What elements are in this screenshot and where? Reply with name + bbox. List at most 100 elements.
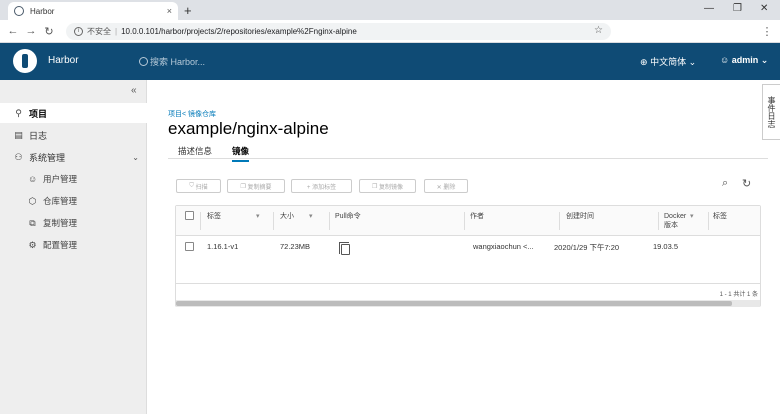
sidebar-item-admin[interactable]: ⚇ 系统管理 ⌄ [0, 147, 147, 167]
browser-tab-title: Harbor [30, 6, 55, 16]
page-title: example/nginx-alpine [168, 119, 329, 138]
scan-button[interactable]: ⛉ 扫描 [176, 179, 221, 193]
datagrid-header: 标签 ▾ 大小 ▾ Pull命令 作者 创建时间 Docker 版本 ▾ 标签 [176, 206, 760, 236]
column-header-tag[interactable]: 标签 [207, 212, 221, 221]
back-icon[interactable]: ← [4, 25, 22, 37]
config-icon: ⚙ [28, 239, 37, 250]
cell-created: 2020/1/29 下午7:20 [554, 243, 620, 252]
horizontal-scrollbar[interactable] [176, 300, 760, 307]
new-tab-button[interactable]: + [184, 3, 192, 18]
sidebar-item-label: 仓库管理 [43, 196, 78, 206]
copy-icon: ❐ [240, 183, 248, 190]
info-icon[interactable]: i [74, 27, 83, 36]
tabs-divider [168, 158, 768, 159]
retag-label: 复制镜像 [379, 184, 404, 191]
brand-name[interactable]: Harbor [48, 55, 79, 66]
forward-icon[interactable]: → [22, 25, 40, 37]
row-checkbox[interactable] [185, 242, 194, 251]
column-separator [329, 212, 330, 230]
cell-size: 72.23MB [280, 242, 311, 251]
copy-digest-label: 复制摘要 [247, 184, 272, 191]
column-separator [464, 212, 465, 230]
cell-docker-version: 19.03.5 [653, 242, 679, 251]
language-selector[interactable]: ⊕ 中文简体 ⌄ [640, 55, 696, 68]
insecure-label: 不安全 [87, 27, 111, 36]
refresh-icon[interactable]: ↻ [742, 177, 751, 190]
tab-info[interactable]: 描述信息 [178, 145, 212, 157]
sidebar: « ⚲ 项目 ▤ 日志 ⚇ 系统管理 ⌄ ☺ 用户管理 ⬡ 仓库管理 ⧉ 复制管… [0, 80, 147, 414]
sidebar-item-users[interactable]: ☺ 用户管理 [0, 169, 147, 189]
column-header-pull-command[interactable]: Pull命令 [335, 212, 361, 221]
filter-icon[interactable]: ▾ [256, 212, 260, 220]
sidebar-item-label: 日志 [29, 130, 48, 141]
select-all-checkbox[interactable] [185, 211, 194, 220]
sidebar-item-label: 用户管理 [43, 174, 78, 184]
column-separator [200, 212, 201, 230]
registry-icon: ⬡ [28, 195, 37, 206]
add-label-label: + 添加标签 [306, 184, 337, 191]
language-label: 中文简体 [650, 57, 687, 67]
close-tab-icon[interactable]: × [167, 6, 172, 16]
maximize-icon[interactable]: ❐ [733, 3, 742, 14]
images-datagrid: 标签 ▾ 大小 ▾ Pull命令 作者 创建时间 Docker 版本 ▾ 标签 … [175, 205, 761, 307]
chevron-down-icon: ⌄ [760, 55, 769, 65]
filter-icon[interactable]: ▾ [309, 212, 313, 220]
sidebar-item-label: 配置管理 [43, 240, 78, 250]
scrollbar-thumb[interactable] [176, 301, 732, 306]
retag-button[interactable]: ❐ 复制镜像 [359, 179, 416, 193]
user-menu[interactable]: ☺ admin ⌄ [720, 55, 768, 66]
window-close-icon[interactable]: ✕ [760, 3, 768, 14]
chevron-down-icon: ⌄ [132, 152, 139, 162]
column-header-docker-version[interactable]: Docker 版本 [664, 212, 688, 230]
globe-icon: ⊕ [640, 57, 648, 67]
sidebar-item-configuration[interactable]: ⚙ 配置管理 [0, 235, 147, 255]
column-separator [708, 212, 709, 230]
minimize-icon[interactable]: — [704, 3, 714, 14]
url-text[interactable]: 10.0.0.101/harbor/projects/2/repositorie… [121, 27, 357, 36]
delete-label: ✕ 删除 [436, 184, 456, 191]
app-header: Harbor 搜索 Harbor... ⊕ 中文简体 ⌄ ☺ admin ⌄ [0, 43, 780, 80]
column-header-created[interactable]: 创建时间 [566, 212, 594, 221]
reload-icon[interactable]: ↻ [40, 25, 58, 38]
replication-icon: ⧉ [29, 217, 36, 228]
user-name: admin [731, 55, 759, 65]
copy-icon: ❐ [371, 183, 380, 190]
datagrid-footer-divider [176, 283, 760, 284]
sidebar-item-label: 复制管理 [43, 218, 78, 228]
bookmark-star-icon[interactable]: ☆ [594, 25, 603, 36]
column-header-labels[interactable]: 标签 [713, 212, 727, 221]
add-label-button[interactable]: + 添加标签 [291, 179, 352, 193]
sidebar-item-logs[interactable]: ▤ 日志 [0, 125, 147, 145]
sidebar-item-registries[interactable]: ⬡ 仓库管理 [0, 191, 147, 211]
global-search[interactable]: 搜索 Harbor... [139, 55, 205, 68]
copy-pull-command-icon[interactable] [339, 242, 350, 255]
column-header-size[interactable]: 大小 [280, 212, 294, 221]
search-icon [139, 57, 148, 66]
delete-button[interactable]: ✕ 删除 [424, 179, 468, 193]
omnibox[interactable]: i 不安全 | 10.0.0.101/harbor/projects/2/rep… [66, 23, 611, 40]
browser-tab[interactable]: Harbor × [8, 2, 178, 20]
cell-author: wangxiaochun <... [473, 242, 534, 251]
breadcrumb[interactable]: 项目< 镜像仓库 [168, 109, 216, 119]
browser-tab-strip: Harbor × + — ❐ ✕ [0, 0, 780, 20]
sidebar-item-label: 系统管理 [29, 152, 66, 163]
chevron-down-icon: ⌄ [688, 57, 697, 67]
column-separator [658, 212, 659, 230]
projects-icon: ⚲ [15, 107, 22, 118]
scan-label: 扫描 [195, 184, 208, 191]
users-icon: ☺ [28, 173, 38, 184]
collapse-sidebar-icon[interactable]: « [131, 85, 137, 96]
cell-tag[interactable]: 1.16.1-v1 [207, 242, 238, 251]
harbor-logo-icon[interactable] [13, 49, 37, 73]
column-header-author[interactable]: 作者 [470, 212, 484, 221]
filter-icon[interactable]: ▾ [690, 212, 694, 220]
tab-images[interactable]: 镜像 [232, 145, 250, 162]
sidebar-item-replications[interactable]: ⧉ 复制管理 [0, 213, 147, 233]
event-log-button[interactable]: 事件日志 [762, 84, 780, 140]
sidebar-item-projects[interactable]: ⚲ 项目 [0, 103, 147, 123]
copy-digest-button[interactable]: ❐ 复制摘要 [227, 179, 285, 193]
menu-kebab-icon[interactable]: ⋮ [758, 25, 776, 38]
user-icon: ☺ [720, 55, 730, 65]
search-icon[interactable]: ⌕ [722, 177, 728, 190]
pagination-info: 1 - 1 共计 1 条 [719, 292, 758, 298]
